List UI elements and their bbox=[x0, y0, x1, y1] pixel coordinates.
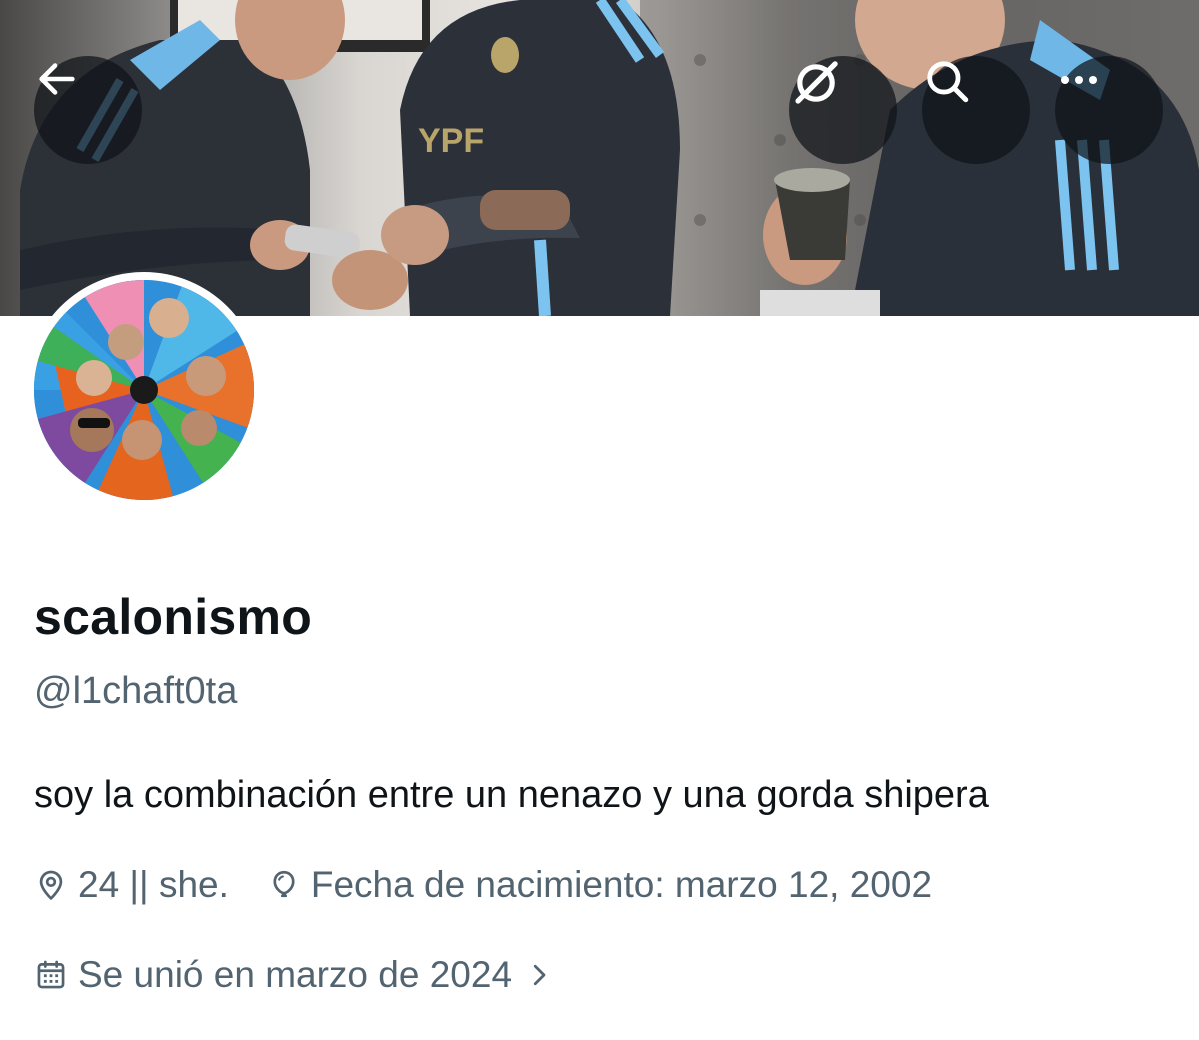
location-item: 24 || she. bbox=[34, 864, 229, 906]
joined-date-text: Se unió en marzo de 2024 bbox=[78, 954, 513, 995]
more-options-button[interactable] bbox=[1055, 56, 1163, 164]
more-horizontal-icon bbox=[1061, 76, 1097, 84]
location-text: 24 || she. bbox=[78, 864, 229, 905]
display-name: scalonismo bbox=[34, 589, 313, 645]
chevron-right-icon bbox=[533, 964, 546, 986]
avatar-container[interactable] bbox=[26, 272, 262, 508]
avatar-image bbox=[34, 280, 254, 500]
profile-bio: soy la combinación entre un nenazo y una… bbox=[34, 774, 989, 816]
profile-page: YPF scalonismo @l1chaft0ta soy la combin… bbox=[0, 0, 1199, 1040]
birthday-item: Fecha de nacimiento: marzo 12, 2002 bbox=[267, 864, 932, 906]
balloon-icon bbox=[273, 870, 295, 898]
avatar[interactable] bbox=[34, 280, 254, 500]
username-handle: @l1chaft0ta bbox=[34, 670, 238, 712]
grok-icon bbox=[795, 61, 838, 104]
profile-meta-row: 24 || she. Fecha de nacimiento: marzo 12… bbox=[34, 864, 932, 906]
grok-button[interactable] bbox=[789, 56, 897, 164]
arrow-left-icon bbox=[39, 63, 75, 95]
banner-photo: YPF bbox=[20, 0, 1199, 316]
joined-row[interactable]: Se unió en marzo de 2024 bbox=[34, 954, 554, 996]
birthday-text: Fecha de nacimiento: marzo 12, 2002 bbox=[310, 864, 933, 905]
calendar-icon bbox=[37, 960, 65, 989]
profile-banner[interactable]: YPF bbox=[0, 0, 1199, 316]
search-button[interactable] bbox=[922, 56, 1030, 164]
back-button[interactable] bbox=[34, 56, 142, 164]
search-icon bbox=[927, 61, 969, 103]
svg-text:YPF: YPF bbox=[418, 122, 484, 160]
location-pin-icon bbox=[39, 870, 63, 900]
